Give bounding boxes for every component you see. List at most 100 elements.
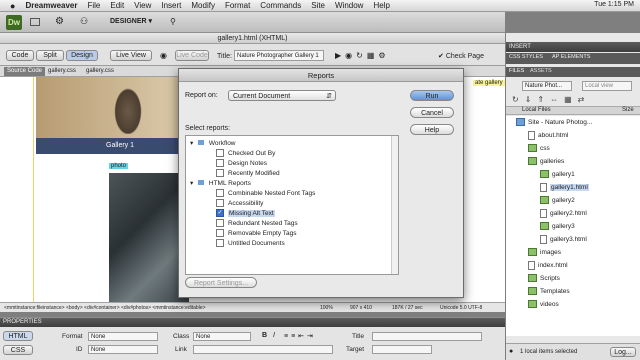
menu-view[interactable]: View <box>134 1 151 10</box>
html-tab[interactable]: HTML <box>3 331 33 341</box>
report-recently-modified[interactable]: Recently Modified <box>216 169 280 179</box>
file-tree-item[interactable]: gallery1 <box>540 170 575 180</box>
menu-site[interactable]: Site <box>311 1 325 10</box>
log-button[interactable]: Log... <box>610 347 636 357</box>
menu-edit[interactable]: Edit <box>110 1 124 10</box>
target-select[interactable] <box>372 345 432 354</box>
report-on-select[interactable]: Current Document ⇵ <box>228 90 336 101</box>
assets-tab[interactable]: ASSETS <box>530 68 552 74</box>
window-size[interactable]: 907 x 410 <box>350 303 372 313</box>
menu-file[interactable]: File <box>87 1 100 10</box>
file-tree-item[interactable]: Site - Nature Photog... <box>516 118 592 128</box>
report-accessibility[interactable]: Accessibility <box>216 199 263 209</box>
menu-help[interactable]: Help <box>373 1 389 10</box>
extensions-icon[interactable]: ⚇ <box>80 16 88 27</box>
checkbox[interactable] <box>216 149 224 158</box>
file-tree-item[interactable]: about.html <box>528 131 568 141</box>
apple-icon[interactable]: ● <box>10 1 15 11</box>
checkbox-checked[interactable]: ✓ <box>216 209 224 218</box>
report-label: Combinable Nested Font Tags <box>228 190 316 197</box>
ap-elements-tab[interactable]: AP ELEMENTS <box>552 54 590 60</box>
report-removable-empty-tags[interactable]: Removable Empty Tags <box>216 229 297 239</box>
report-combinable-nested-font-tags[interactable]: Combinable Nested Font Tags <box>216 189 315 199</box>
toolbar-icons[interactable]: ▶◉↻▦⚙ <box>335 51 390 60</box>
run-button[interactable]: Run <box>410 90 454 101</box>
checkbox[interactable] <box>216 219 224 228</box>
col-local-files[interactable]: Local Files <box>522 107 551 113</box>
file-tree-item[interactable]: Templates <box>528 287 570 297</box>
report-label: Recently Modified <box>228 170 280 177</box>
cancel-button[interactable]: Cancel <box>410 107 454 118</box>
insert-panel-header[interactable]: INSERT <box>506 42 640 52</box>
report-untitled-documents[interactable]: Untitled Documents <box>216 239 285 249</box>
site-select[interactable]: Nature Phot... <box>522 81 572 91</box>
zoom-level[interactable]: 100% <box>320 303 333 313</box>
search-icon[interactable]: ⚲ <box>170 17 176 26</box>
css-styles-tab[interactable]: CSS STYLES <box>509 54 543 60</box>
gear-icon[interactable]: ⚙ <box>55 16 64 27</box>
checkbox[interactable] <box>216 169 224 178</box>
report-checked-out-by[interactable]: Checked Out By <box>216 149 275 159</box>
live-view-button[interactable]: Live View <box>110 50 152 61</box>
file-tree-item[interactable]: gallery3.html <box>540 235 587 245</box>
title-prop-input[interactable] <box>372 332 482 341</box>
file-tree-item[interactable]: Scripts <box>528 274 560 284</box>
menu-insert[interactable]: Insert <box>161 1 181 10</box>
help-button[interactable]: Help <box>410 124 454 135</box>
inspect-icon[interactable]: ◉ <box>160 51 167 60</box>
checkbox[interactable] <box>216 199 224 208</box>
col-size[interactable]: Size <box>622 107 634 113</box>
report-settings-button[interactable]: Report Settings... <box>185 277 257 288</box>
related-file-gallery-css[interactable]: gallery.css <box>48 67 76 76</box>
view-select[interactable]: Local view <box>582 81 632 91</box>
bold-button[interactable]: B <box>262 332 267 339</box>
folder-icon <box>198 140 205 145</box>
id-select[interactable]: None <box>88 345 158 354</box>
list-icons[interactable]: ≡≡⇤⇥ <box>284 332 316 340</box>
workspace-switcher[interactable]: DESIGNER ▾ <box>110 17 152 25</box>
live-code-button[interactable]: Live Code <box>175 50 209 61</box>
group-html-reports[interactable]: ▾ HTML Reports <box>190 179 251 189</box>
file-tree-item[interactable]: videos <box>528 300 559 310</box>
files-toolbar-icons[interactable]: ↻⇓⇑⇔▦⇄ <box>512 95 590 104</box>
class-select[interactable]: None <box>193 332 251 341</box>
file-tree-item[interactable]: gallery1.html <box>540 183 589 193</box>
link-input[interactable] <box>193 345 333 354</box>
report-design-notes[interactable]: Design Notes <box>216 159 267 169</box>
format-select[interactable]: None <box>88 332 158 341</box>
list-scrollbar[interactable] <box>391 136 398 274</box>
menu-commands[interactable]: Commands <box>260 1 301 10</box>
check-page-button[interactable]: ✔ Check Page <box>438 52 484 60</box>
menu-modify[interactable]: Modify <box>191 1 215 10</box>
split-view-button[interactable]: Split <box>36 50 64 61</box>
file-tree-item[interactable]: images <box>528 248 561 258</box>
source-code-tab[interactable]: Source Code <box>4 67 46 76</box>
file-tree-item[interactable]: gallery2 <box>540 196 575 206</box>
report-label: Design Notes <box>228 160 268 167</box>
checkbox[interactable] <box>216 239 224 248</box>
file-tree-item[interactable]: css <box>528 144 550 154</box>
checkbox[interactable] <box>216 189 224 198</box>
layout-icon[interactable] <box>30 18 40 26</box>
file-tree-item[interactable]: gallery2.html <box>540 209 587 219</box>
code-view-button[interactable]: Code <box>6 50 34 61</box>
app-menu[interactable]: Dreamweaver <box>25 1 77 10</box>
file-tree-item[interactable]: galleries <box>528 157 564 167</box>
photo-tag[interactable]: photo <box>109 163 129 169</box>
menu-format[interactable]: Format <box>225 1 250 10</box>
title-input[interactable]: Nature Photographer Gallery 1 <box>234 50 324 61</box>
tag-selector[interactable]: <mmtinstance:fileinstance> <body> <div#c… <box>4 303 206 313</box>
italic-button[interactable]: I <box>273 332 275 339</box>
report-redundant-nested-tags[interactable]: Redundant Nested Tags <box>216 219 298 229</box>
file-tree-item[interactable]: index.html <box>528 261 568 271</box>
checkbox[interactable] <box>216 159 224 168</box>
report-missing-alt-text[interactable]: ✓ Missing Alt Text <box>216 209 275 219</box>
file-tree-item[interactable]: gallery3 <box>540 222 575 232</box>
design-view-button[interactable]: Design <box>66 50 98 61</box>
related-file-gallery-css-2[interactable]: gallery.css <box>86 67 114 76</box>
checkbox[interactable] <box>216 229 224 238</box>
css-tab[interactable]: CSS <box>3 345 33 355</box>
files-tab[interactable]: FILES <box>509 68 524 74</box>
group-workflow[interactable]: ▾ Workflow <box>190 139 236 149</box>
menu-window[interactable]: Window <box>335 1 363 10</box>
